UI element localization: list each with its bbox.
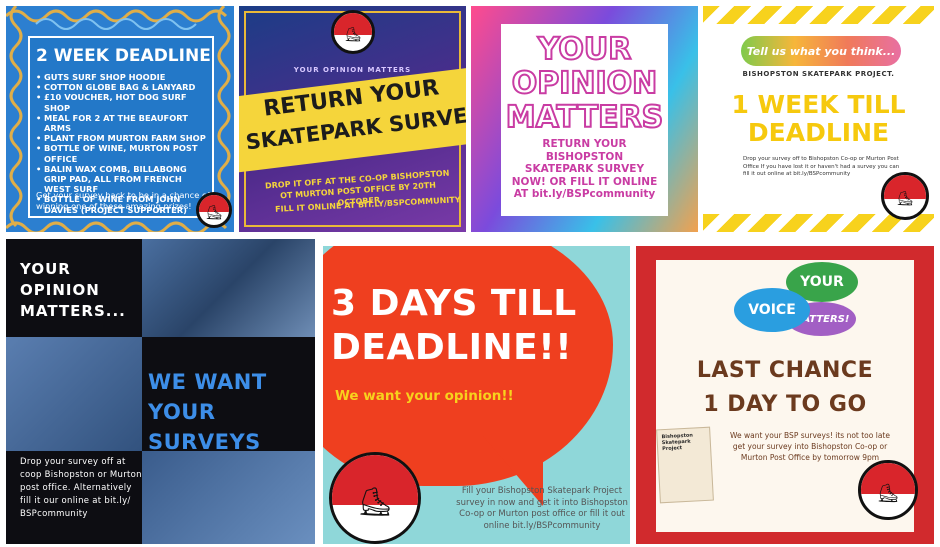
deadline-line-1: 1 WEEK TILL	[731, 90, 906, 119]
photo-kids-bikes	[142, 239, 315, 337]
instructions-text: Fill your Bishopston Skatepark Project s…	[456, 486, 628, 531]
speech-bubbles: Tell us what you think...	[741, 36, 901, 66]
headline: 3 DAYS TILL DEADLINE!!	[331, 282, 577, 370]
photo-group	[142, 451, 315, 544]
list-item: COTTON GLOBE BAG & LANYARD	[36, 82, 206, 92]
tile-heading: 2 WEEK DEADLINE	[36, 46, 211, 66]
headline-line-1: LAST CHANCE	[696, 358, 874, 383]
opinion-matters-tile[interactable]: YOUR OPINION MATTERS RETURN YOUR BISHOPS…	[471, 6, 698, 232]
skater-icon: ⛸	[896, 191, 914, 207]
bubble-text: Tell us what you think...	[746, 44, 896, 58]
last-chance-tile[interactable]: YOUR MATTERS! VOICE LAST CHANCE 1 DAY TO…	[636, 246, 934, 544]
list-item: BOTTLE OF WINE, MURTON POST OFFICE	[36, 143, 206, 163]
list-item: GUTS SURF SHOP HOODIE	[36, 72, 206, 82]
one-week-tile[interactable]: Tell us what you think... BISHOPSTON SKA…	[703, 6, 934, 232]
skater-icon: ⛸	[344, 27, 362, 43]
want-line-1: WE WANT	[148, 370, 267, 394]
tile-footer-text: Get your survey back to be in a chance o…	[36, 190, 210, 211]
headline-line-3: MATTERS...	[20, 302, 126, 320]
prize-poster-tile[interactable]: 2 WEEK DEADLINE GUTS SURF SHOP HOODIE CO…	[6, 6, 234, 232]
hazard-stripe-top	[703, 6, 934, 24]
bsp-logo: ⛸	[196, 192, 232, 228]
bsp-logo: ⛸	[329, 452, 421, 544]
instructions-text: We want your BSP surveys! its not too la…	[730, 431, 890, 462]
bsp-logo: ⛸	[331, 10, 375, 54]
skater-icon: ⛸	[205, 205, 223, 221]
we-want-surveys-tile[interactable]: YOUR OPINION MATTERS... WE WANT YOUR SUR…	[6, 239, 315, 544]
deadline-line-2: DEADLINE	[747, 118, 890, 147]
return-survey-tile[interactable]: ⛸ YOUR OPINION MATTERS RETURN YOUR SKATE…	[239, 6, 466, 232]
survey-booklet: Bishopston Skatepark Project	[656, 426, 714, 504]
bsp-logo: ⛸	[881, 172, 929, 220]
headline-line-1: YOUR	[20, 260, 71, 278]
headline-line-2: OPINION	[511, 66, 659, 101]
subheading: We want your opinion!!	[335, 388, 514, 404]
instructions-text: Drop your survey off to Bishopston Co-op…	[743, 156, 900, 177]
drop-off-text: Drop your survey off at coop Bishopston …	[20, 457, 142, 519]
photo-survey-booklet	[6, 337, 142, 451]
bsp-logo: ⛸	[858, 460, 918, 520]
return-text: RETURN YOUR BISHOPSTON SKATEPARK SURVEY …	[511, 138, 658, 200]
headline-line-3: MATTERS	[505, 100, 665, 135]
project-name: BISHOPSTON SKATEPARK PROJECT.	[742, 70, 895, 78]
headline: YOUR OPINION MATTERS...	[20, 259, 126, 322]
headline-line-1: YOUR	[537, 32, 633, 67]
want-line-2: YOUR SURVEYS	[148, 400, 261, 454]
list-item: £10 VOUCHER, HOT DOG SURF SHOP	[36, 92, 206, 112]
skater-icon: ⛸	[357, 484, 393, 518]
headline-line-2: OPINION	[20, 281, 100, 299]
skater-icon: ⛸	[876, 482, 900, 504]
list-item: PLANT FROM MURTON FARM SHOP	[36, 133, 206, 143]
headline: LAST CHANCE 1 DAY TO GO	[656, 354, 914, 422]
three-days-tile[interactable]: 3 DAYS TILL DEADLINE!! We want your opin…	[323, 246, 630, 544]
booklet-title: Bishopston Skatepark Project	[661, 432, 694, 453]
headline-line-2: DEADLINE!!	[331, 327, 573, 368]
we-want-text: WE WANT YOUR SURVEYS	[148, 367, 315, 457]
headline-line-2: 1 DAY TO GO	[703, 392, 867, 417]
bubble-voice: VOICE	[734, 288, 810, 332]
list-item: MEAL FOR 2 AT THE BEAUFORT ARMS	[36, 113, 206, 133]
headline-line-1: 3 DAYS TILL	[331, 283, 577, 324]
